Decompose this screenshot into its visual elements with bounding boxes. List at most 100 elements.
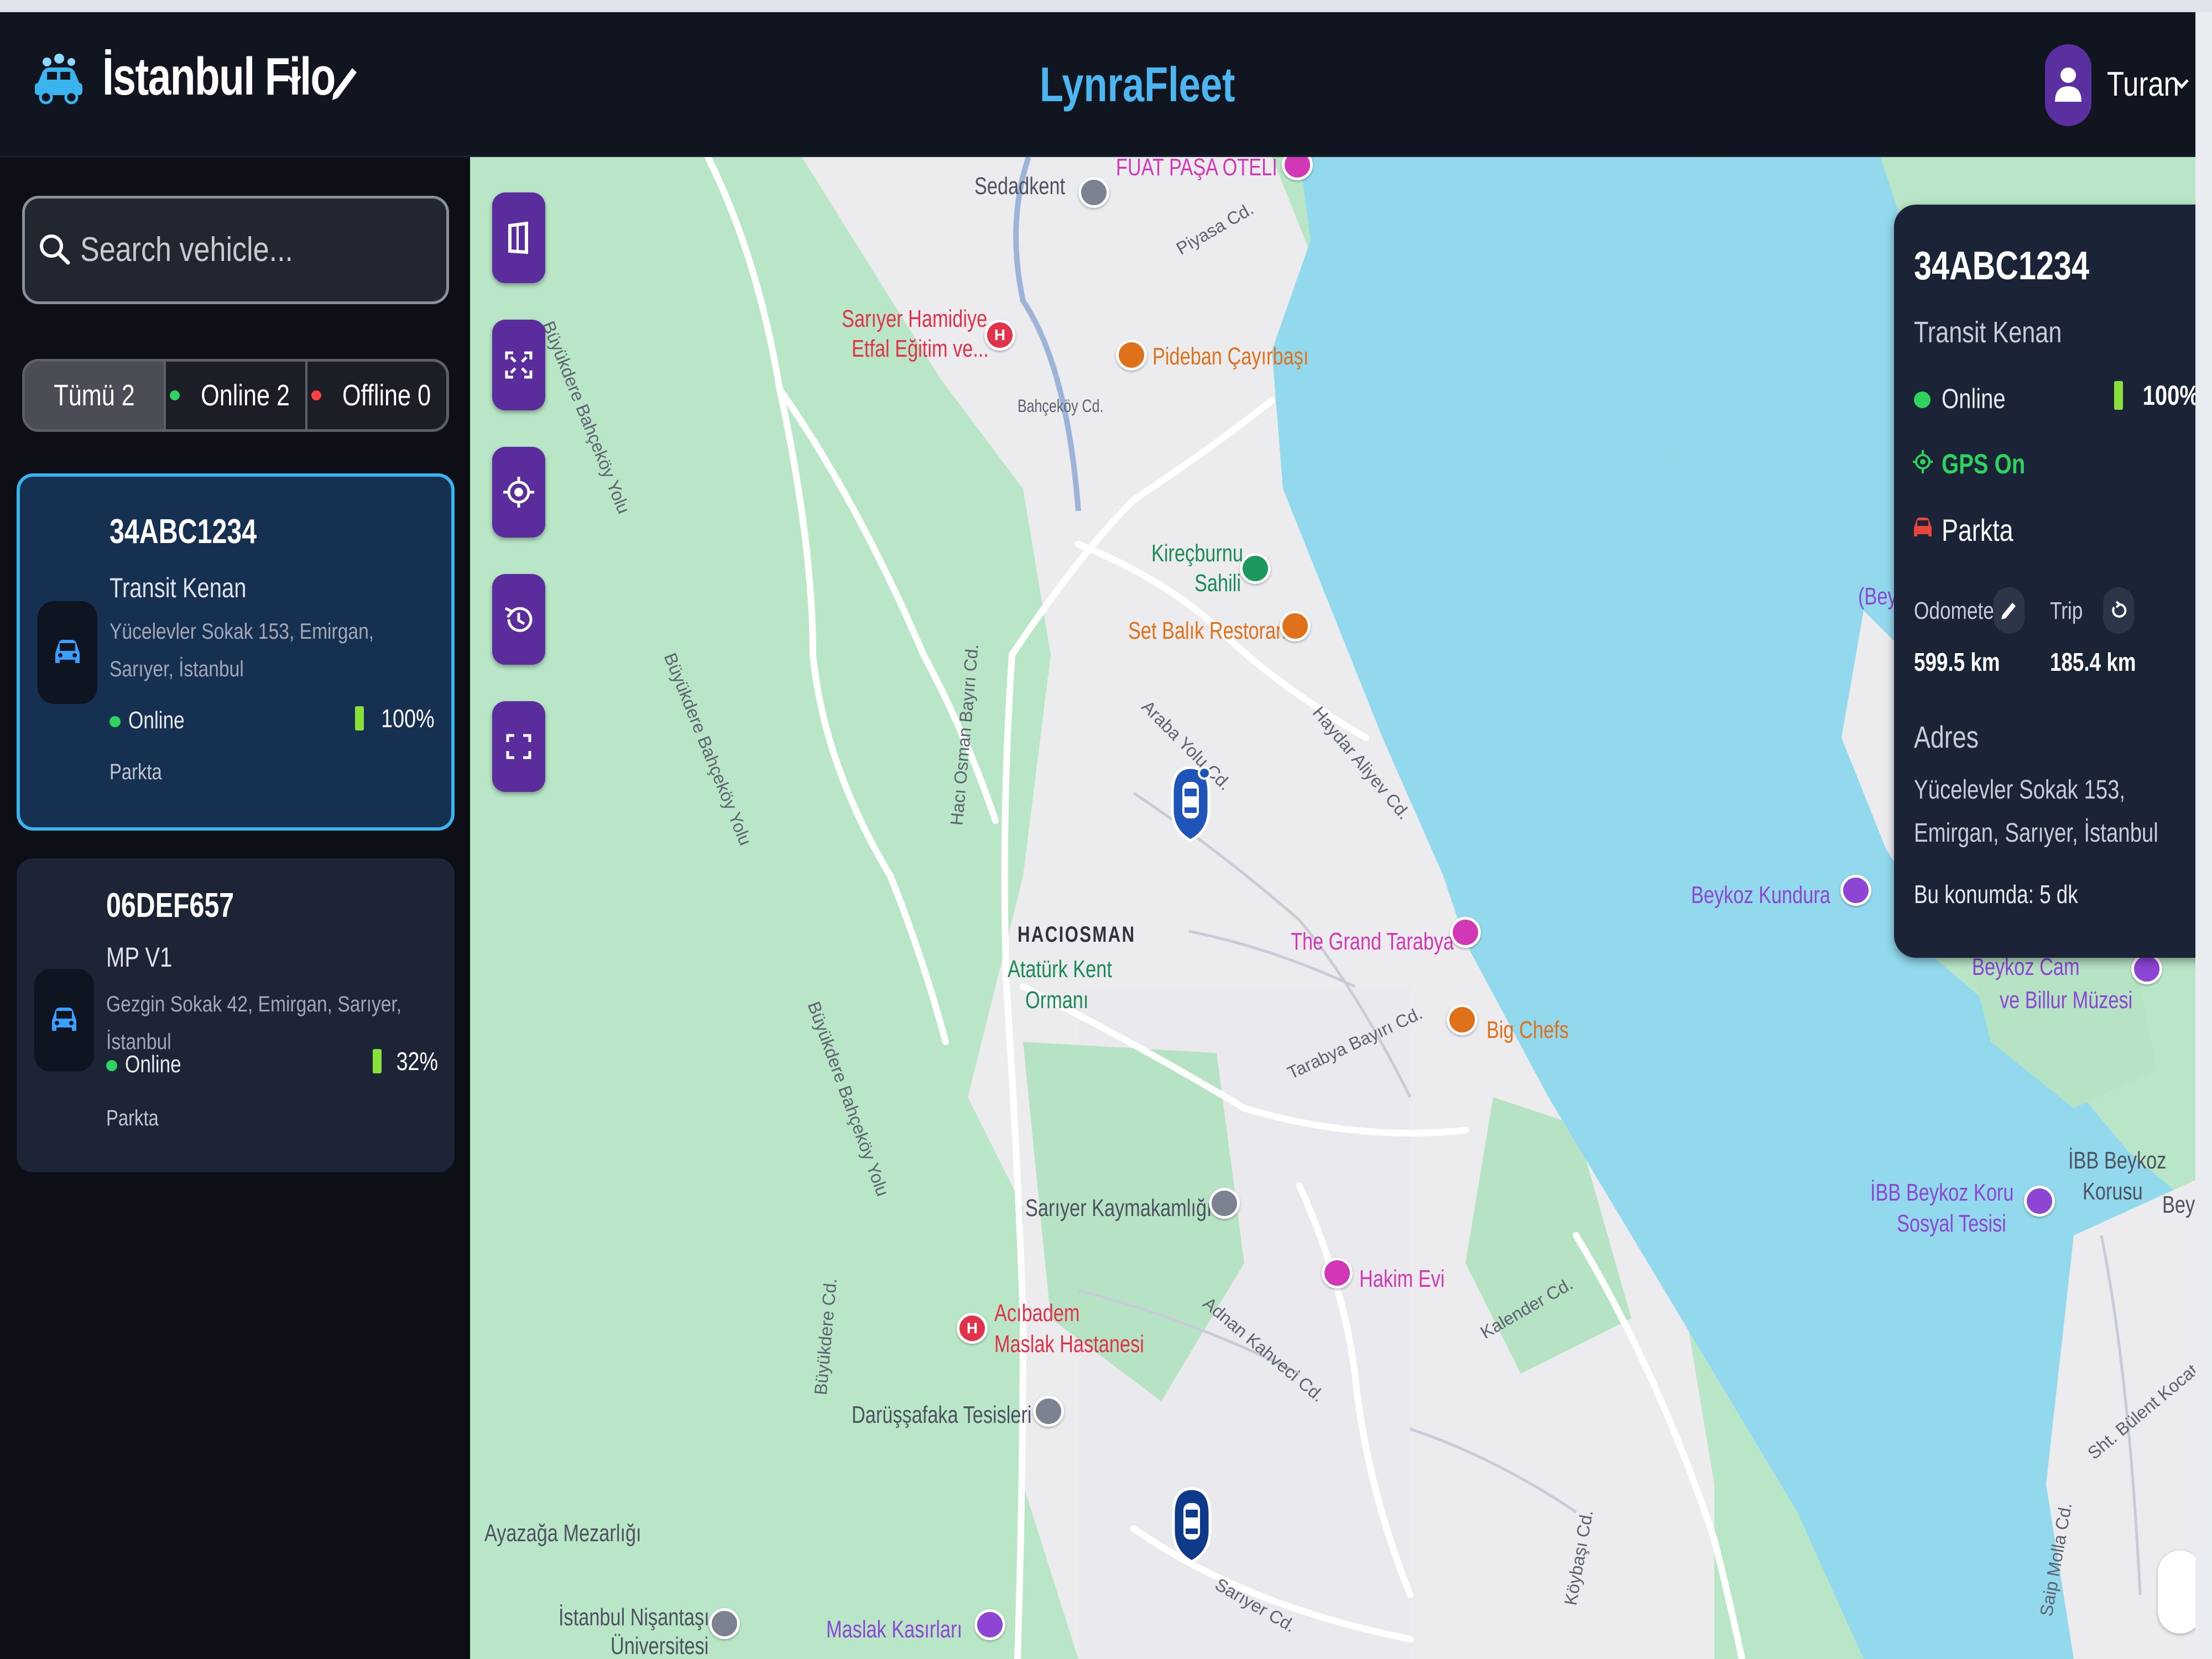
- odometer-value: 599.5 km: [1914, 648, 2000, 676]
- info-battery: 100%: [2114, 379, 2195, 411]
- map-label: Etfal Eğitim ve...: [852, 335, 989, 362]
- vehicle-address: Yücelevler Sokak 153, Emirgan, Sarıyer, …: [109, 619, 374, 681]
- map-label: Ormanı: [1025, 987, 1089, 1014]
- map-label: İBB Beykoz Koru: [1870, 1179, 2014, 1206]
- reset-trip-button[interactable]: [2103, 587, 2134, 634]
- filter-offline[interactable]: Offline 0: [307, 362, 446, 429]
- hospital-icon: H: [957, 1313, 988, 1344]
- map-label: Korusu: [2083, 1178, 2143, 1205]
- info-status: Online: [1942, 383, 2006, 414]
- map-label: HACIOSMAN: [1018, 922, 1136, 947]
- pencil-icon[interactable]: [330, 65, 359, 103]
- vehicle-marker-selected[interactable]: [1170, 765, 1211, 843]
- hotel-icon: [1322, 1258, 1353, 1288]
- map-label: Hakim Evi: [1359, 1265, 1445, 1292]
- browser-top-strip: [0, 0, 2212, 12]
- map-label: Atatürk Kent: [1008, 956, 1112, 983]
- avatar[interactable]: [2045, 44, 2091, 126]
- map-label: Sarıyer Kaymakamlığı: [1025, 1194, 1212, 1222]
- map-layers-button[interactable]: [492, 192, 545, 283]
- pin-icon: [1033, 1396, 1064, 1427]
- vehicle-state: Parkta: [106, 1106, 159, 1130]
- history-icon: [504, 607, 533, 632]
- vehicle-address: Gezgin Sokak 42, Emirgan, Sarıyer, İstan…: [106, 992, 402, 1054]
- museum-icon: [2131, 953, 2162, 984]
- map-label: Sahili: [1194, 570, 1241, 597]
- map-label: Acıbadem: [994, 1300, 1080, 1327]
- battery-icon: [355, 706, 364, 731]
- address-label: Adres: [1914, 719, 1979, 754]
- map-label: ve Billur Müzesi: [2000, 987, 2133, 1014]
- battery-indicator: 100%: [355, 703, 435, 733]
- map-canvas[interactable]: Sedadkent FUAT PAŞA OTELİ Piyasa Cd. Sar…: [470, 157, 2195, 1659]
- battery-icon: [372, 1049, 382, 1073]
- info-gps: GPS On: [1942, 448, 2026, 479]
- info-plate: 34ABC1234: [1914, 244, 2089, 288]
- map-icon: [508, 221, 528, 254]
- vehicle-plate: 34ABC1234: [109, 513, 257, 551]
- chevron-down-icon[interactable]: [285, 70, 304, 89]
- map-label: Sedadkent: [974, 173, 1066, 200]
- fit-bounds-button[interactable]: [492, 320, 545, 410]
- restaurant-icon: [1280, 611, 1311, 641]
- info-battery-value: 100%: [2142, 380, 2195, 411]
- expand-map-button[interactable]: [2158, 1551, 2195, 1634]
- filter-online[interactable]: Online 2: [166, 362, 307, 429]
- map-label: Pideban Çayırbaşı: [1152, 343, 1309, 370]
- map-label: Darüşşafaka Tesisleri: [852, 1401, 1032, 1428]
- window-edge: [2195, 12, 2212, 1659]
- history-button[interactable]: [492, 574, 545, 665]
- info-address: Yücelevler Sokak 153, Emirgan, Sarıyer, …: [1914, 775, 2158, 848]
- locate-button[interactable]: [492, 447, 545, 538]
- crosshair-icon: [503, 477, 534, 508]
- vehicle-model: MP V1: [106, 942, 173, 973]
- online-dot-icon: [109, 716, 121, 728]
- vehicle-card[interactable]: 34ABC1234 Transit Kenan Yücelevler Sokak…: [17, 473, 455, 831]
- battery-value: 32%: [396, 1047, 438, 1076]
- car-icon: [34, 969, 94, 1072]
- trip-label: Trip: [2050, 597, 2083, 624]
- map-label: Ayazağa Mezarlığı: [484, 1520, 641, 1547]
- map-label: Sosyal Tesisi: [1897, 1210, 2006, 1237]
- fullscreen-button[interactable]: [492, 701, 545, 792]
- park-icon: [1240, 553, 1271, 584]
- app-window: İstanbul Filo LynraFleet Turan Tümü 2 On…: [0, 12, 2195, 1659]
- vehicle-status: Online: [106, 1051, 195, 1078]
- vehicle-card[interactable]: 06DEF657 MP V1 Gezgin Sokak 42, Emirgan,…: [17, 858, 455, 1172]
- filter-all[interactable]: Tümü 2: [25, 362, 166, 429]
- pencil-icon: [2001, 603, 2016, 619]
- vehicle-marker[interactable]: [1171, 1486, 1212, 1564]
- school-icon: [709, 1608, 740, 1639]
- online-dot-icon: [1914, 392, 1931, 408]
- search-input[interactable]: [80, 222, 378, 277]
- map-label: Bey: [2162, 1191, 2195, 1218]
- hotel-icon: [1450, 917, 1481, 948]
- vehicle-info-panel: 34ABC1234 Transit Kenan Online 100% GPS …: [1894, 205, 2195, 958]
- map-label: Maslak Kasırları: [826, 1616, 963, 1643]
- pin-icon: [1078, 177, 1109, 208]
- expand-icon: [505, 351, 533, 379]
- odometer-label: Odometer: [1914, 597, 2001, 624]
- top-bar: İstanbul Filo LynraFleet Turan: [0, 12, 2195, 157]
- map-label: Bahçeköy Cd.: [1018, 396, 1104, 416]
- map-label: Kireçburnu: [1151, 540, 1243, 567]
- chevron-down-icon[interactable]: [2172, 74, 2191, 93]
- museum-icon: [1840, 875, 1871, 906]
- info-state: Parkta: [1942, 513, 2013, 547]
- map-label: Maslak Hastanesi: [994, 1331, 1144, 1358]
- restaurant-icon: [1116, 340, 1147, 371]
- park-facility-icon: [2024, 1186, 2055, 1217]
- car-wash-logo-icon: [30, 51, 86, 106]
- status-filter: Tümü 2 Online 2 Offline 0: [22, 359, 449, 432]
- vehicle-status-label: Online: [125, 1051, 181, 1078]
- brand-title: LynraFleet: [1040, 57, 1235, 112]
- government-icon: [1209, 1188, 1240, 1219]
- trip-value: 185.4 km: [2050, 648, 2136, 676]
- edit-odometer-button[interactable]: [1994, 587, 2025, 634]
- map-label: Sarıyer Hamidiye: [842, 305, 988, 332]
- reset-icon: [2112, 601, 2127, 618]
- user-menu[interactable]: Turan: [2107, 65, 2179, 104]
- map-label: İstanbul Nişantaşı: [559, 1604, 709, 1631]
- map-label: FUAT PAŞA OTELİ: [1116, 157, 1277, 181]
- search-box[interactable]: [22, 196, 449, 304]
